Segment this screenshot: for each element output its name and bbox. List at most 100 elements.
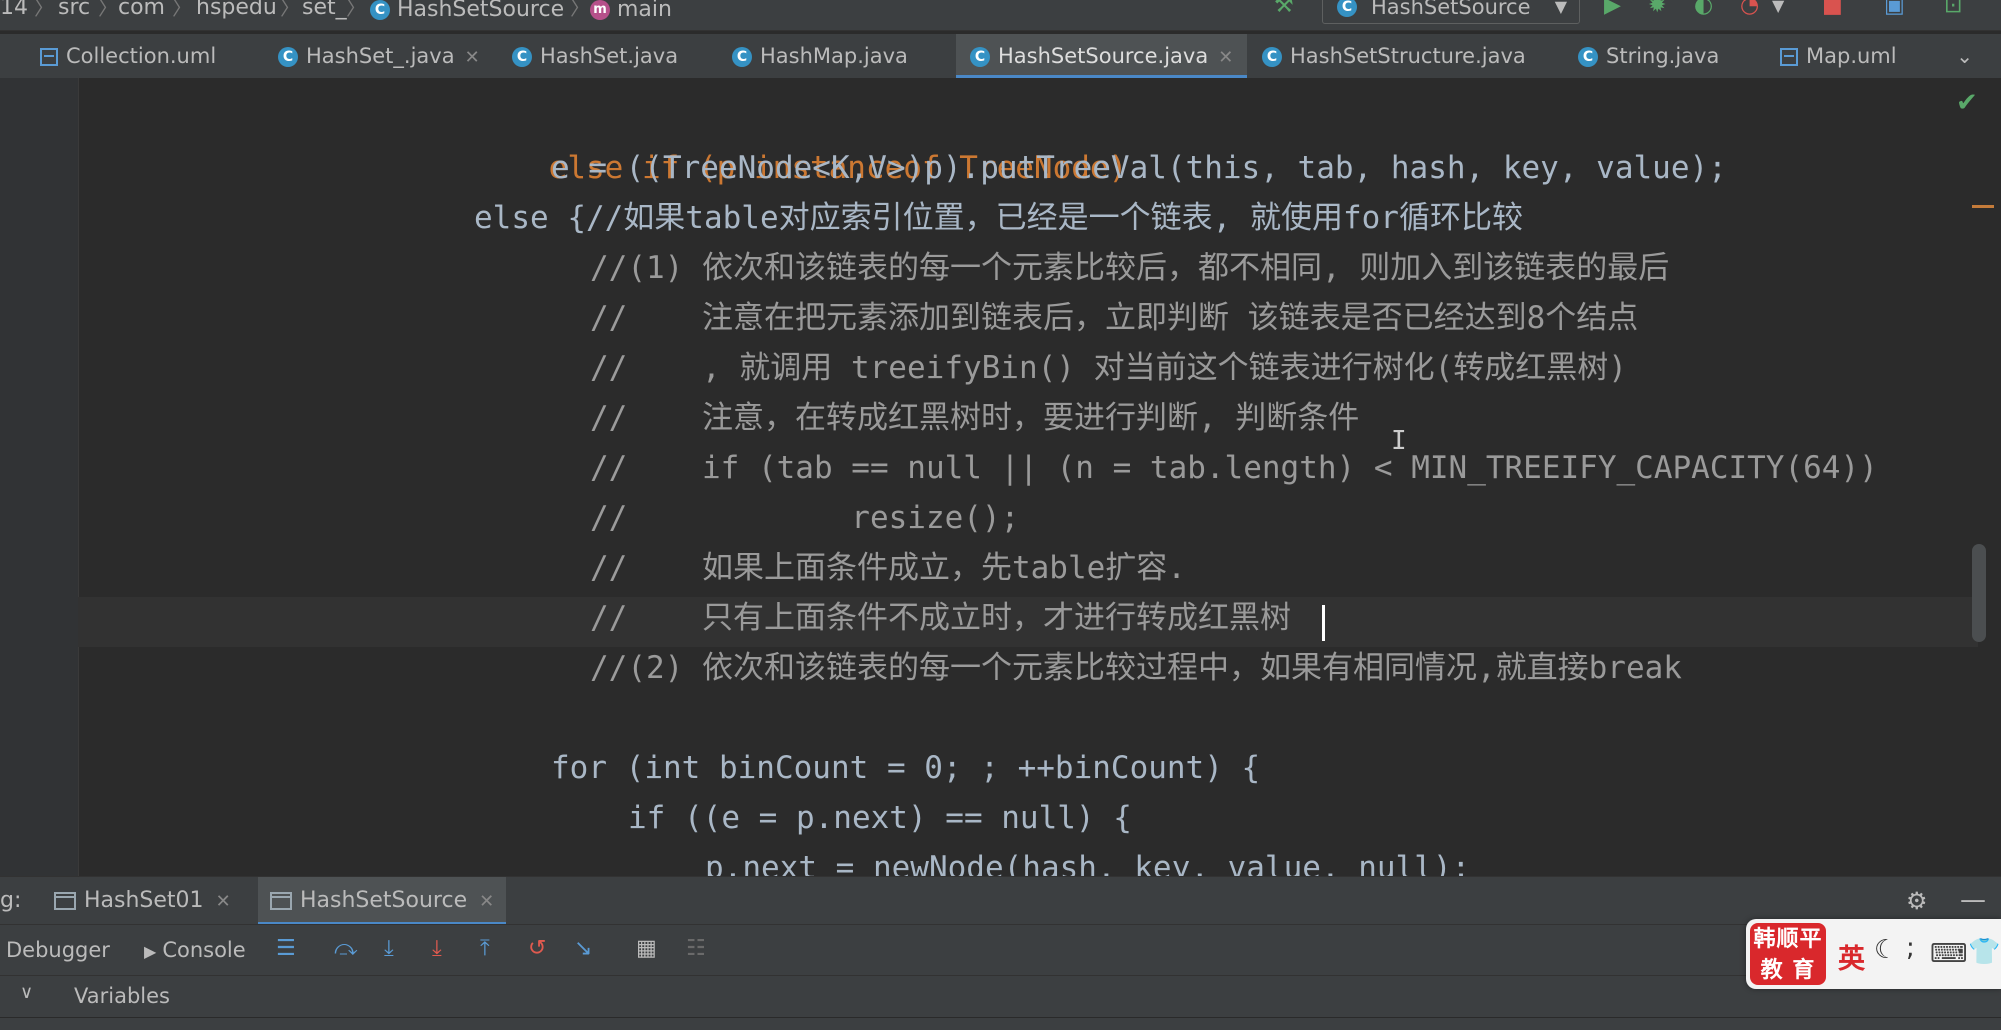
minimize-icon[interactable]: —: [1960, 885, 1986, 915]
tab-label: HashSet.java: [540, 44, 679, 68]
code-comment-line[interactable]: //(2) 依次和该链表的每一个元素比较过程中，如果有相同情况,就直接break: [590, 643, 1682, 693]
breadcrumb-hspedu[interactable]: hspedu: [196, 0, 277, 22]
logo-line1: 韩顺平: [1753, 927, 1823, 952]
editor-tab-bar: Collection.uml C HashSet_.java ✕ C HashSet.…: [0, 34, 2001, 79]
step-over-icon[interactable]: ⤼: [334, 937, 358, 961]
tab-collection-uml[interactable]: Collection.uml: [40, 34, 216, 78]
drop-frame-icon[interactable]: ↺: [528, 937, 546, 961]
code-comment-line[interactable]: // 只有上面条件不成立时，才进行转成红黑树: [590, 593, 1291, 643]
code-comment-line[interactable]: // , 就调用 treeifyBin() 对当前这个链表进行树化(转成红黑树): [590, 343, 1627, 393]
hammer-build-icon[interactable]: ⚒: [1274, 0, 1294, 18]
debug-toolbar: Debugger ▶ Console ☰ ⤼ ⤓ ⤓ ⤒ ↺ ↘ ▦ ☷: [0, 924, 2001, 975]
code-comment-line[interactable]: // 如果上面条件成立，先table扩容.: [590, 543, 1186, 593]
run-to-cursor-icon[interactable]: ↘: [574, 937, 592, 961]
run-icon[interactable]: ▶: [1604, 0, 1621, 18]
step-out-icon[interactable]: ⤒: [480, 937, 490, 961]
tab-console-label: Console: [162, 938, 246, 962]
terminal-icon[interactable]: ⊡: [1944, 0, 1962, 18]
debug-icon[interactable]: ✹: [1648, 0, 1666, 18]
skin-icon[interactable]: 👕: [1968, 937, 2000, 967]
check-icon[interactable]: ✔: [1956, 88, 1978, 118]
tab-string-java[interactable]: C String.java: [1578, 34, 1719, 78]
tab-hashsetsource-java[interactable]: C HashSetSource.java ✕: [956, 34, 1248, 78]
variables-header: ∨ Variables: [0, 975, 2001, 1018]
gear-icon[interactable]: ⚙: [1906, 887, 1928, 915]
tab-debugger[interactable]: Debugger: [6, 925, 110, 975]
trace-stream-icon[interactable]: ☷: [686, 937, 706, 961]
code-line[interactable]: for (int binCount = 0; ; ++binCount) {: [551, 743, 1260, 793]
class-icon: C: [1578, 47, 1598, 67]
close-icon[interactable]: ✕: [479, 891, 494, 912]
logo-line2: 教 育: [1760, 958, 1816, 983]
line-gutter[interactable]: [0, 78, 79, 876]
code-comment-line[interactable]: // if (tab == null || (n = tab.length) <…: [590, 443, 1878, 493]
uml-icon: [40, 48, 58, 66]
breadcrumb-separator: 〉: [98, 0, 118, 20]
input-method-widget[interactable]: 韩顺平 教 育 英 ☾ ; ⌨ 👕: [1746, 919, 2001, 989]
project-structure-icon[interactable]: ▣: [1884, 0, 1905, 18]
breadcrumb-separator: 〉: [34, 0, 54, 20]
code-line[interactable]: p.next = newNode(hash, key, value, null)…: [705, 843, 1470, 876]
scrollbar-marker[interactable]: [1972, 205, 1994, 208]
vertical-scrollbar[interactable]: [1972, 544, 1986, 642]
breadcrumb-com[interactable]: com: [118, 0, 165, 22]
chevron-down-icon[interactable]: ▼: [1772, 0, 1784, 18]
tab-hashsetstructure-java[interactable]: C HashSetStructure.java: [1262, 34, 1526, 78]
breadcrumb-method[interactable]: m main: [590, 0, 672, 22]
code-line[interactable]: else {//如果table对应索引位置，已经是一个链表, 就使用for循环比…: [474, 193, 1523, 243]
force-step-into-icon[interactable]: ⤓: [432, 937, 442, 961]
tab-label: HashSet_.java: [306, 44, 455, 68]
tab-hashset-underscore-java[interactable]: C HashSet_.java ✕: [278, 34, 480, 78]
code-line[interactable]: e = ((TreeNode<K,V>)p).putTreeVal(this, …: [551, 143, 1727, 193]
code-comment-line[interactable]: //(1) 依次和该链表的每一个元素比较后，都不相同, 则加入到该链表的最后: [590, 243, 1669, 293]
run-configuration-selector[interactable]: C HashSetSource ▼: [1322, 0, 1580, 24]
code-editor[interactable]: else if (p instanceof TreeNode) e = ((Tr…: [0, 78, 2001, 876]
code-line[interactable]: else if (p instanceof TreeNode): [474, 93, 1128, 186]
show-frames-icon[interactable]: ☰: [276, 937, 296, 961]
keyboard-icon[interactable]: ⌨: [1930, 939, 1968, 969]
moon-icon[interactable]: ☾: [1874, 935, 1897, 965]
class-icon: C: [732, 47, 752, 67]
tab-hashset-java[interactable]: C HashSet.java: [512, 34, 678, 78]
tab-label: Map.uml: [1806, 44, 1897, 68]
punctuation-icon[interactable]: ;: [1906, 933, 1915, 963]
window-icon: [54, 892, 76, 910]
coverage-icon[interactable]: ◐: [1694, 0, 1713, 18]
tab-label: HashSetSource.java: [998, 44, 1209, 68]
code-comment-line[interactable]: // resize();: [590, 493, 1019, 543]
class-icon: C: [1337, 0, 1357, 17]
breadcrumb-class-label: HashSetSource: [397, 0, 565, 22]
tab-map-uml[interactable]: Map.uml: [1780, 34, 1897, 78]
profile-icon[interactable]: ◔: [1740, 0, 1759, 18]
chevron-down-icon[interactable]: ⌄: [1956, 34, 1973, 78]
class-icon: C: [1262, 47, 1282, 67]
debug-session-hashset01[interactable]: HashSet01 ✕: [54, 877, 231, 925]
close-icon[interactable]: ✕: [216, 891, 231, 912]
tab-label: String.java: [1606, 44, 1720, 68]
chevron-down-icon[interactable]: ∨: [20, 982, 33, 1003]
chevron-down-icon: ▼: [1554, 0, 1567, 16]
code-comment-line[interactable]: // 注意在把元素添加到链表后，立即判断 该链表是否已经达到8个结点: [590, 293, 1638, 343]
ime-language-toggle[interactable]: 英: [1838, 937, 1865, 976]
breadcrumb-separator: 〉: [172, 0, 192, 20]
code-line[interactable]: if ((e = p.next) == null) {: [628, 793, 1132, 843]
stop-icon[interactable]: ■: [1822, 0, 1843, 18]
tab-console[interactable]: ▶ Console: [144, 925, 246, 977]
tab-hashmap-java[interactable]: C HashMap.java: [732, 34, 908, 78]
breadcrumb-src[interactable]: src: [58, 0, 90, 22]
uml-icon: [1780, 48, 1798, 66]
tab-label: Collection.uml: [66, 44, 217, 68]
evaluate-expression-icon[interactable]: ▦: [636, 937, 657, 961]
debug-session-hashsetsource[interactable]: HashSetSource ✕: [258, 877, 507, 925]
step-into-icon[interactable]: ⤓: [384, 937, 394, 961]
breadcrumb-separator: 〉: [346, 0, 366, 20]
breadcrumb-class[interactable]: C HashSetSource: [370, 0, 564, 22]
breadcrumb-set[interactable]: set_: [302, 0, 347, 22]
breadcrumb-project[interactable]: 14: [0, 0, 28, 22]
close-icon[interactable]: ✕: [1218, 47, 1233, 68]
console-icon: ▶: [144, 942, 157, 961]
debug-panel-label: g:: [0, 888, 22, 913]
breadcrumb-separator: 〉: [570, 0, 590, 20]
code-comment-line[interactable]: // 注意，在转成红黑树时，要进行判断, 判断条件: [590, 393, 1359, 443]
close-icon[interactable]: ✕: [465, 47, 480, 68]
